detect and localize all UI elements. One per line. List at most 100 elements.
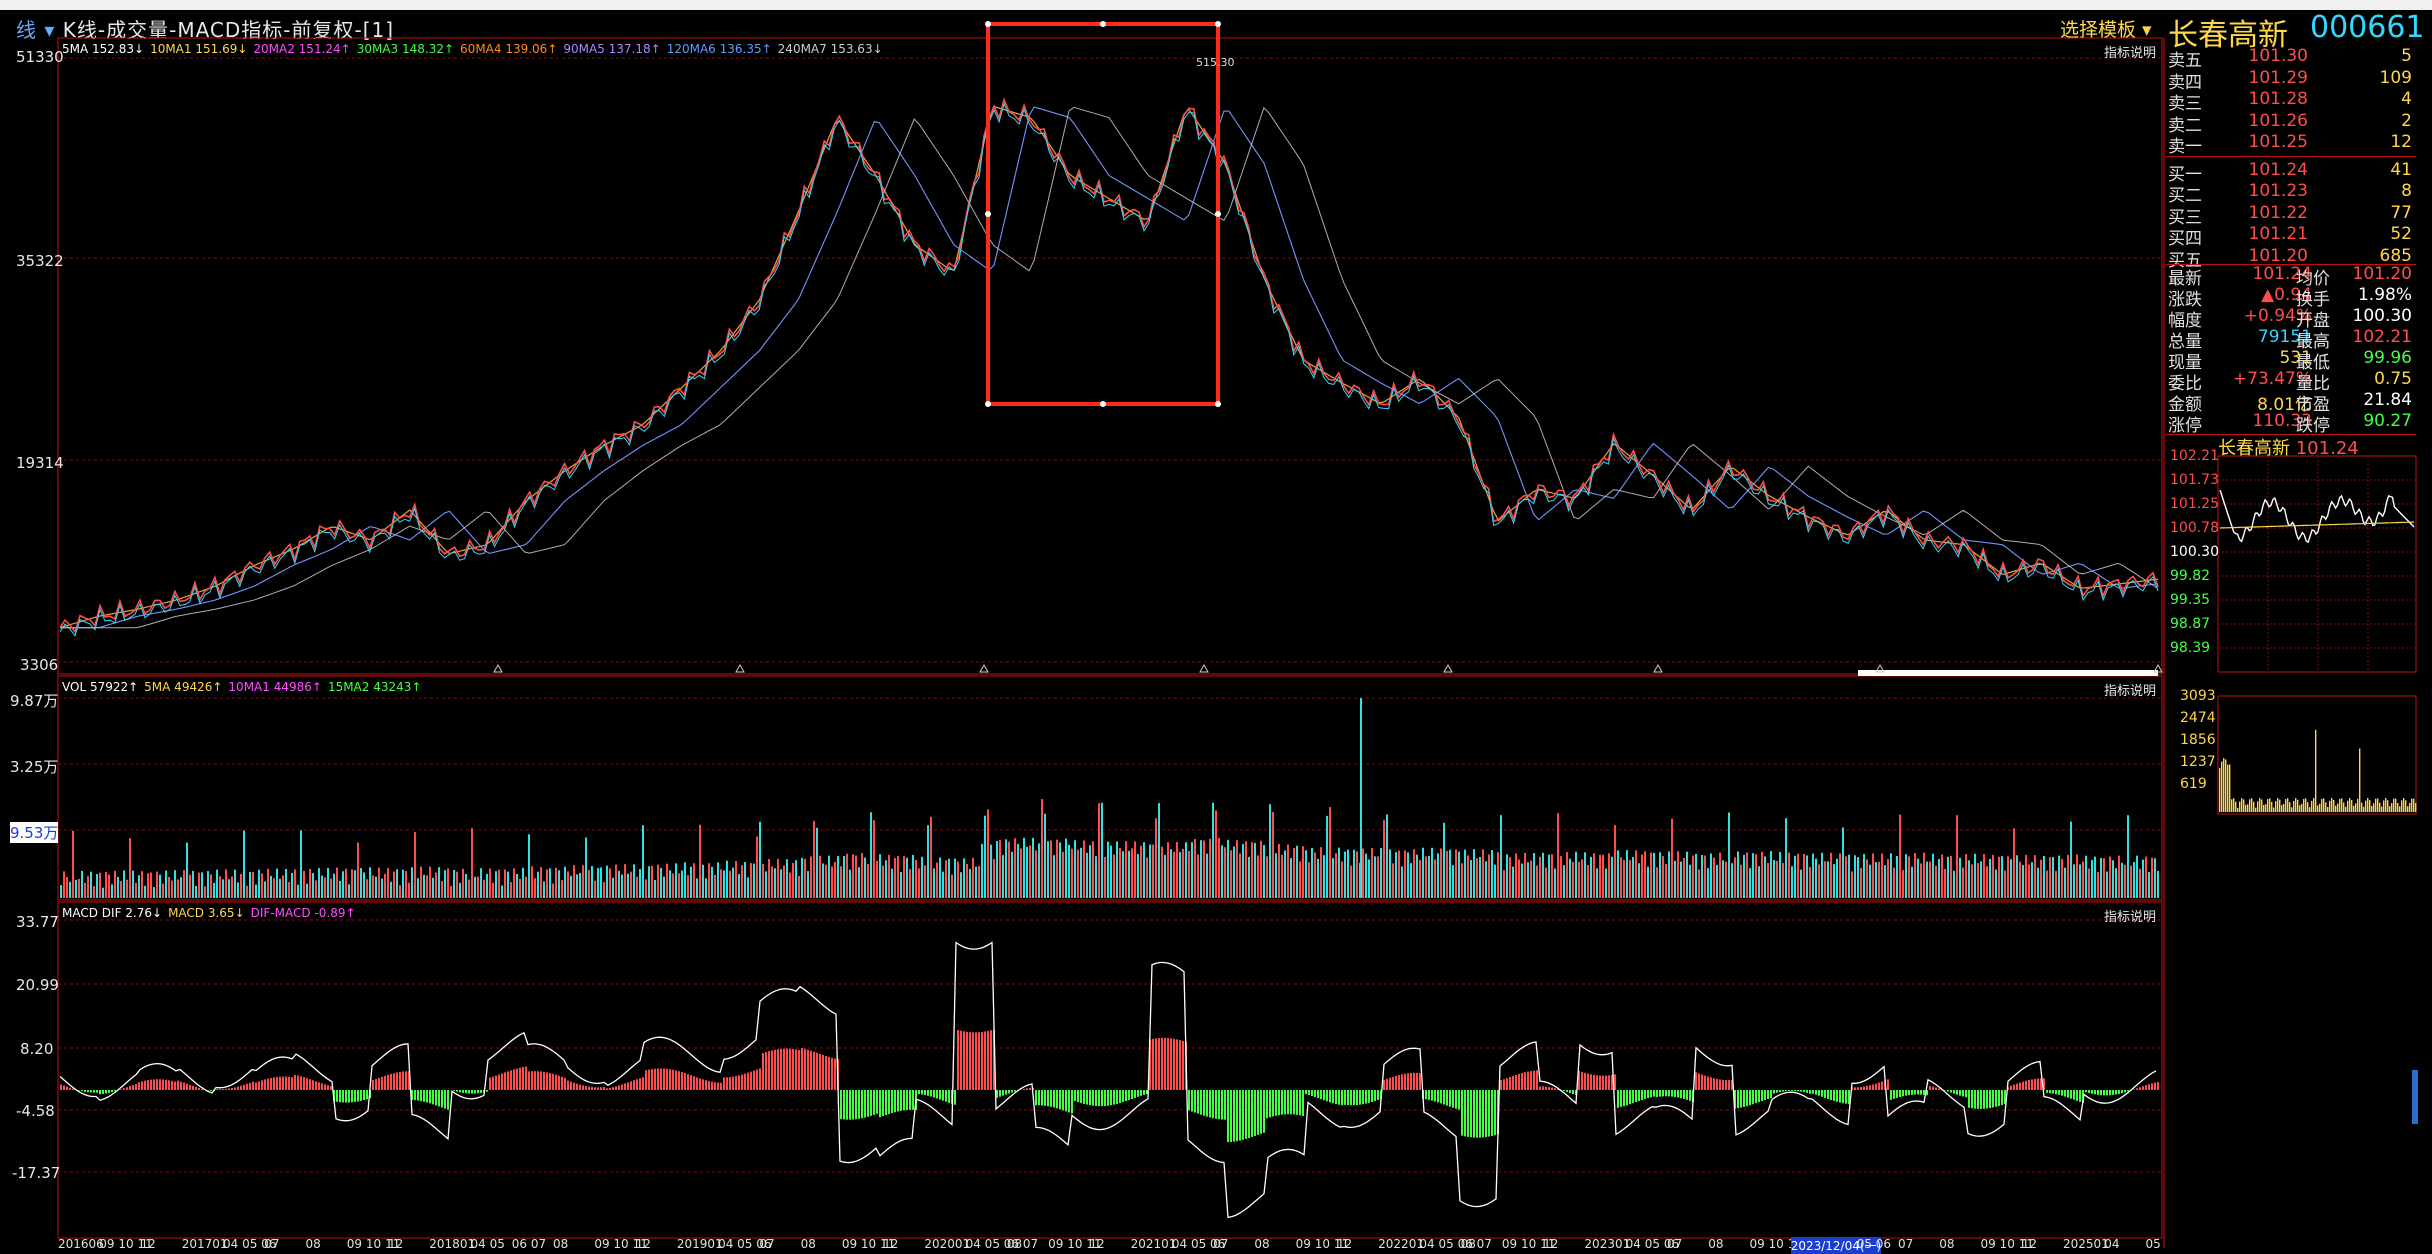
volume-bar: [2070, 822, 2072, 898]
macd-bar: [1299, 1090, 1301, 1115]
volume-bar: [132, 871, 134, 898]
volume-bar: [1170, 849, 1172, 898]
volume-bar: [81, 871, 83, 898]
volume-bar: [1116, 841, 1118, 898]
bid-row[interactable]: 买二101.238: [2168, 181, 2416, 202]
volume-bar: [870, 812, 872, 898]
macd-bar: [327, 1085, 329, 1090]
selection-handle[interactable]: [1215, 21, 1221, 27]
macd-bar: [498, 1075, 500, 1090]
volume-bar: [537, 872, 539, 898]
macd-bar: [339, 1090, 341, 1102]
macd-bar: [1932, 1087, 1934, 1090]
macd-bar: [138, 1082, 140, 1090]
selection-handle[interactable]: [1100, 401, 1106, 407]
macd-bar: [1050, 1090, 1052, 1107]
time-scrollbar[interactable]: [1858, 670, 2158, 676]
volume-bar: [93, 886, 95, 898]
mini-average-line: [2220, 522, 2414, 528]
volume-bar: [1143, 842, 1145, 898]
volume-legend-item: 10MA1 44986↑: [228, 680, 322, 694]
macd-bar: [981, 1032, 983, 1090]
macd-bar: [1077, 1090, 1079, 1102]
macd-bar: [1137, 1090, 1139, 1097]
macd-bar: [1401, 1074, 1403, 1090]
volume-bar: [786, 859, 788, 898]
volume-bar: [276, 869, 278, 898]
macd-bar: [258, 1081, 260, 1090]
macd-bar: [234, 1087, 236, 1090]
macd-bar: [657, 1068, 659, 1090]
macd-bar: [2106, 1090, 2108, 1095]
selection-handle[interactable]: [1215, 211, 1221, 217]
volume-bar: [192, 871, 194, 898]
macd-bar: [1950, 1090, 1952, 1093]
event-marker: [494, 665, 502, 672]
volume-bar: [1425, 856, 1427, 898]
volume-bar: [681, 871, 683, 898]
mini-volume-bar: [2221, 762, 2222, 812]
volume-bar: [2127, 815, 2129, 898]
bid-row[interactable]: 买三101.2277: [2168, 203, 2416, 224]
volume-bar: [1737, 851, 1739, 898]
macd-bar: [1707, 1077, 1709, 1090]
mini-volume-bar: [2265, 804, 2266, 812]
main-chart-svg[interactable]: 515.30: [0, 0, 2432, 1250]
volume-bar: [1125, 841, 1127, 898]
ask-row[interactable]: 卖二101.262: [2168, 111, 2416, 132]
macd-bar: [279, 1077, 281, 1090]
volume-bar: [1626, 850, 1628, 898]
selection-handle[interactable]: [1100, 21, 1106, 27]
mini-volume-bar: [2369, 800, 2370, 812]
volume-bar: [2064, 868, 2066, 898]
ask-row[interactable]: 卖五101.305: [2168, 46, 2416, 67]
mini-volume-bar: [2321, 799, 2322, 812]
macd-bar: [558, 1076, 560, 1090]
macd-bar: [1155, 1038, 1157, 1090]
volume-bar: [1908, 856, 1910, 898]
volume-bar: [1680, 862, 1682, 898]
macd-bar: [741, 1075, 743, 1090]
volume-bar: [1701, 855, 1703, 898]
macd-bar: [1725, 1080, 1727, 1090]
volume-bar: [1326, 816, 1328, 898]
macd-bar: [1374, 1090, 1376, 1101]
macd-bar: [768, 1051, 770, 1090]
macd-bar: [372, 1080, 374, 1090]
indicator-help-button-volume[interactable]: 指标说明: [2104, 680, 2156, 699]
selection-handle[interactable]: [985, 21, 991, 27]
volume-bar: [1611, 857, 1613, 898]
mini-volume-bar: [2229, 764, 2230, 812]
volume-bar: [1944, 869, 1946, 898]
ask-row[interactable]: 卖四101.29109: [2168, 68, 2416, 89]
bid-row[interactable]: 买四101.2152: [2168, 224, 2416, 245]
volume-bar: [1473, 849, 1475, 898]
volume-bar: [168, 877, 170, 898]
macd-bar: [897, 1090, 899, 1112]
mini-volume-bar: [2383, 800, 2384, 812]
volume-bar: [519, 879, 521, 898]
macd-bar: [1773, 1090, 1775, 1094]
side-scrollbar[interactable]: [2412, 1070, 2418, 1124]
volume-bar: [1788, 853, 1790, 898]
bid-row[interactable]: 买一101.2441: [2168, 160, 2416, 181]
volume-bar: [357, 843, 359, 898]
volume-bar: [627, 874, 629, 898]
indicator-help-button-price[interactable]: 指标说明: [2104, 42, 2156, 61]
volume-bar: [1920, 863, 1922, 898]
volume-bar: [1791, 866, 1793, 898]
macd-bar: [195, 1087, 197, 1090]
macd-bar: [270, 1078, 272, 1090]
selection-handle[interactable]: [985, 211, 991, 217]
macd-bar: [618, 1085, 620, 1090]
ask-row[interactable]: 卖三101.284: [2168, 89, 2416, 110]
volume-bar: [657, 865, 659, 898]
event-marker: [1444, 665, 1452, 672]
volume-bar: [1215, 810, 1217, 898]
selection-handle[interactable]: [1215, 401, 1221, 407]
indicator-help-button-macd[interactable]: 指标说明: [2104, 906, 2156, 925]
ask-row[interactable]: 卖一101.2512: [2168, 132, 2416, 153]
selection-handle[interactable]: [985, 401, 991, 407]
macd-bar: [228, 1089, 230, 1090]
selection-box[interactable]: [988, 24, 1218, 404]
